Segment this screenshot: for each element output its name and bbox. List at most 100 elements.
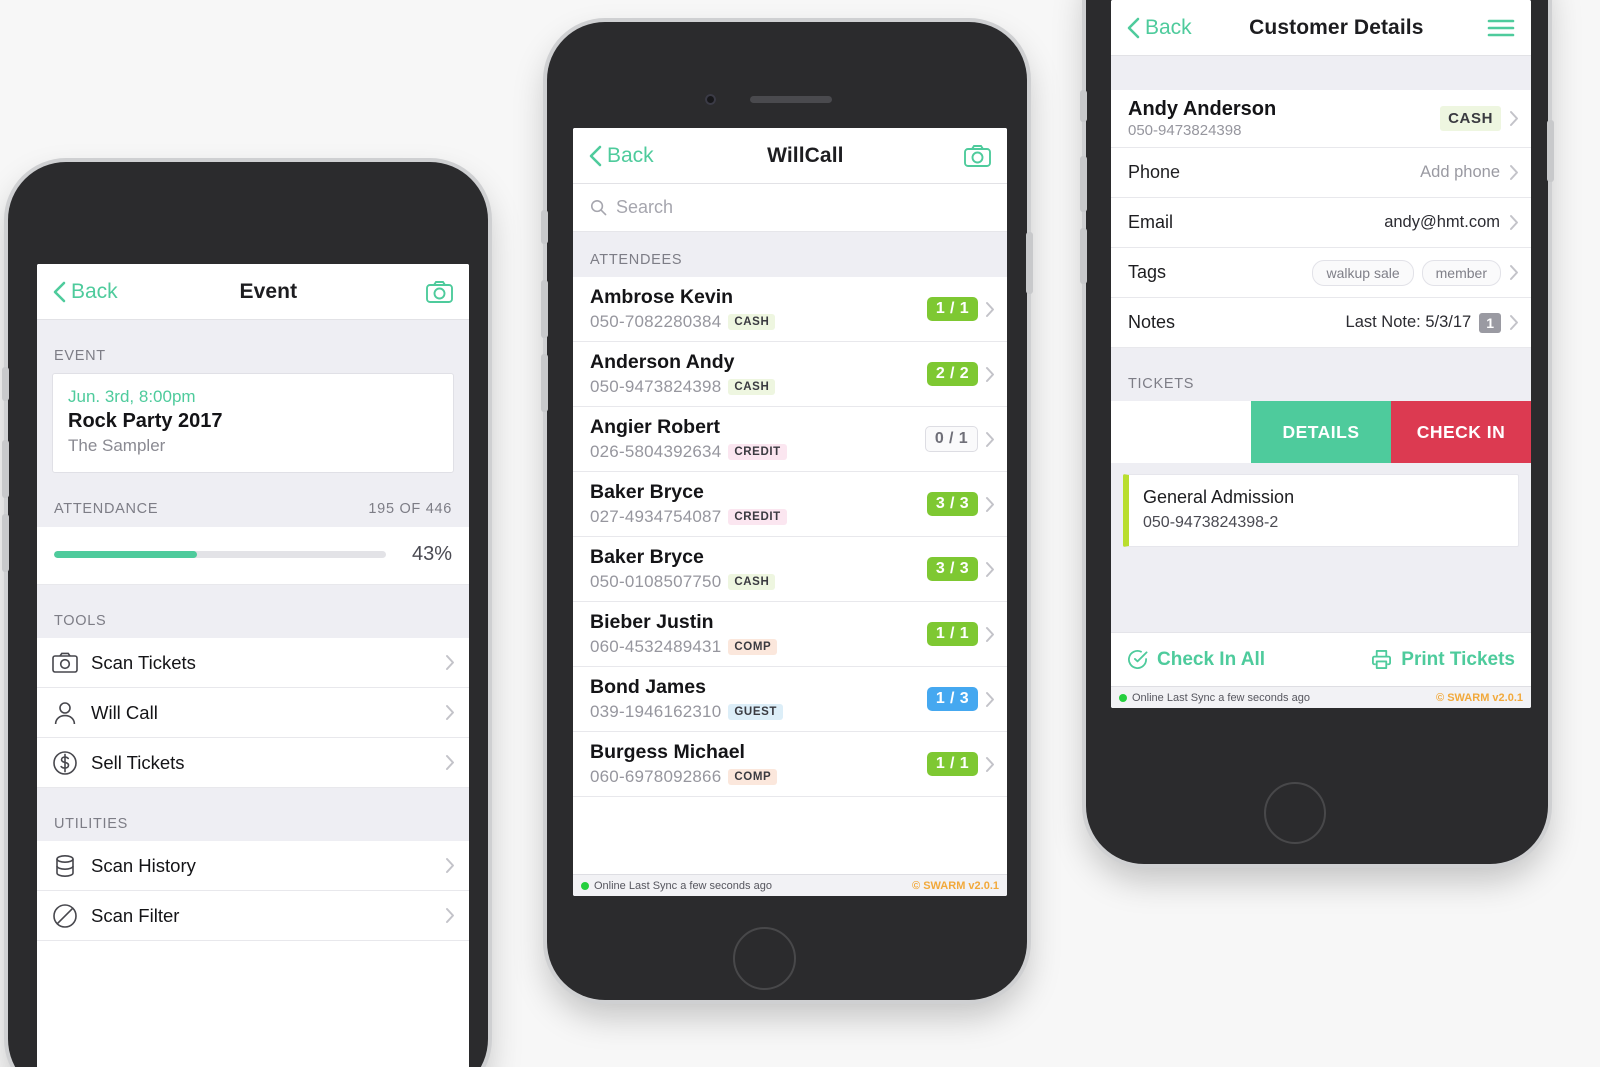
attendee-list: Ambrose Kevin 050-7082280384 CASH 1 / 1 Ande… xyxy=(573,277,1007,797)
database-icon xyxy=(56,854,74,877)
attendee-name: Baker Bryce xyxy=(590,481,704,503)
notes-row[interactable]: Notes Last Note: 5/3/17 1 xyxy=(1111,298,1531,348)
page-title: Event xyxy=(239,279,298,303)
checkin-count-badge: 3 / 3 xyxy=(926,557,978,581)
top-gap xyxy=(1111,56,1531,90)
attendee-info: Baker Bryce 050-0108507750 CASH xyxy=(590,546,776,592)
attendee-row[interactable]: Baker Bryce 050-0108507750 CASH 3 / 3 xyxy=(573,537,1007,602)
attendee-code: 027-4934754087 xyxy=(590,507,722,526)
back-button[interactable]: Back xyxy=(53,280,118,304)
tool-left: Will Call xyxy=(52,700,158,726)
event-name: Rock Party 2017 xyxy=(68,410,223,432)
utilities-list: Scan History Scan Filter xyxy=(37,841,469,941)
customer-field-row[interactable]: Phone Add phone xyxy=(1111,148,1531,198)
mute-switch[interactable] xyxy=(541,210,548,244)
event-navbar: Back Event xyxy=(37,264,469,320)
attendee-row[interactable]: Angier Robert 026-5804392634 CREDIT 0 / 1 xyxy=(573,407,1007,472)
power-button[interactable] xyxy=(1026,232,1033,294)
customer-scroll-area[interactable]: Andy Anderson 050-9473824398 CASH Phone A… xyxy=(1111,56,1531,632)
ticket-card[interactable]: General Admission 050-9473824398-2 xyxy=(1123,474,1519,547)
camera-icon xyxy=(426,280,453,303)
attendee-row[interactable]: Anderson Andy 050-9473824398 CASH 2 / 2 xyxy=(573,342,1007,407)
chevron-right-icon xyxy=(1510,215,1518,230)
dollar-circle-icon xyxy=(53,750,77,775)
volume-up-button[interactable] xyxy=(2,440,9,498)
volume-up-button[interactable] xyxy=(1080,156,1087,212)
attendee-code: 050-7082280384 xyxy=(590,312,722,331)
tool-label: Sell Tickets xyxy=(91,751,185,773)
attendee-name: Baker Bryce xyxy=(590,546,704,568)
tool-row[interactable]: Scan Tickets xyxy=(37,638,469,688)
customer-field-row[interactable]: Email andy@hmt.com xyxy=(1111,198,1531,248)
attendee-row[interactable]: Burgess Michael 060-6978092866 COMP 1 / 1 xyxy=(573,732,1007,797)
payment-badge: CREDIT xyxy=(728,509,787,525)
tags-right: walkup sale member xyxy=(1312,259,1519,286)
camera-button[interactable] xyxy=(419,280,453,303)
earpiece-speaker xyxy=(750,96,832,103)
chevron-right-icon xyxy=(986,431,994,447)
attendee-name: Burgess Michael xyxy=(590,741,745,763)
back-button[interactable]: Back xyxy=(1127,16,1192,40)
attendee-row[interactable]: Baker Bryce 027-4934754087 CREDIT 3 / 3 xyxy=(573,472,1007,537)
mute-switch[interactable] xyxy=(1080,90,1087,122)
search-input[interactable]: Search xyxy=(616,197,673,218)
chevron-right-icon xyxy=(1510,315,1518,330)
event-scroll-area[interactable]: EVENT Jun. 3rd, 8:00pm Rock Party 2017 T… xyxy=(37,320,469,1067)
online-dot-icon xyxy=(581,881,589,890)
check-in-all-button[interactable]: Check In All xyxy=(1127,649,1265,671)
attendees-scroll-area[interactable]: ATTENDEES Ambrose Kevin 050-7082280384 CAS… xyxy=(573,232,1007,874)
check-in-button[interactable]: CHECK IN xyxy=(1391,401,1531,463)
attendee-info: Bond James 039-1946162310 GUEST xyxy=(590,676,783,722)
checkin-count-badge: 1 / 1 xyxy=(926,297,978,321)
front-camera-icon xyxy=(705,94,716,105)
phone-customer: Back Customer Details Andy Anderson 050-… xyxy=(1080,0,1554,864)
home-button[interactable] xyxy=(1264,782,1326,844)
search-bar[interactable]: Search xyxy=(573,184,1007,232)
tool-row[interactable]: Sell Tickets xyxy=(37,738,469,788)
field-value: Add phone xyxy=(1420,163,1500,181)
hamburger-icon xyxy=(1487,19,1515,36)
sync-status: Online Last Sync a few seconds ago xyxy=(581,880,772,892)
power-button[interactable] xyxy=(1547,120,1554,182)
attendee-name: Angier Robert xyxy=(590,416,721,438)
menu-button[interactable] xyxy=(1481,18,1515,38)
volume-down-button[interactable] xyxy=(2,514,9,572)
section-attendees-header: ATTENDEES xyxy=(573,232,1007,277)
attendee-row[interactable]: Ambrose Kevin 050-7082280384 CASH 1 / 1 xyxy=(573,277,1007,342)
willcall-navbar: Back WillCall xyxy=(573,128,1007,184)
attendee-info: Baker Bryce 027-4934754087 CREDIT xyxy=(590,481,787,527)
volume-up-button[interactable] xyxy=(541,280,548,338)
camera-button[interactable] xyxy=(957,144,991,167)
tool-left: Sell Tickets xyxy=(52,750,185,776)
attendee-name: Bond James xyxy=(590,676,706,698)
ticket-name: General Admission xyxy=(1143,487,1295,507)
home-button[interactable] xyxy=(733,927,796,990)
tool-row[interactable]: Will Call xyxy=(37,688,469,738)
customer-summary-right: CASH xyxy=(1440,106,1519,131)
print-tickets-button[interactable]: Print Tickets xyxy=(1371,649,1515,671)
notes-value: Last Note: 5/3/17 xyxy=(1345,313,1472,331)
volume-down-button[interactable] xyxy=(541,354,548,412)
attendee-row[interactable]: Bieber Justin 060-4532489431 COMP 1 / 1 xyxy=(573,602,1007,667)
details-button[interactable]: DETAILS xyxy=(1251,401,1391,463)
event-card[interactable]: Jun. 3rd, 8:00pm Rock Party 2017 The Sam… xyxy=(52,373,454,473)
volume-down-button[interactable] xyxy=(1080,228,1087,284)
chevron-right-icon xyxy=(986,301,994,317)
attendee-row[interactable]: Bond James 039-1946162310 GUEST 1 / 3 xyxy=(573,667,1007,732)
chevron-right-icon xyxy=(1510,165,1518,180)
tags-row[interactable]: Tags walkup sale member xyxy=(1111,248,1531,298)
attendee-code: 050-0108507750 xyxy=(590,572,722,591)
tool-row[interactable]: Scan History xyxy=(37,841,469,891)
customer-summary-row[interactable]: Andy Anderson 050-9473824398 CASH xyxy=(1111,90,1531,148)
back-button[interactable]: Back xyxy=(589,144,654,168)
sync-text: Online Last Sync a few seconds ago xyxy=(594,879,772,892)
mute-switch[interactable] xyxy=(2,367,9,401)
attendance-progress: 43% xyxy=(37,527,469,585)
attendee-sub: 060-4532489431 COMP xyxy=(590,637,778,657)
camera-icon xyxy=(964,144,991,167)
ticket-code: 050-9473824398-2 xyxy=(1143,514,1279,531)
tool-row[interactable]: Scan Filter xyxy=(37,891,469,941)
attendance-count: 195 OF 446 xyxy=(368,501,452,517)
attendee-sub: 050-9473824398 CASH xyxy=(590,377,776,397)
attendee-right: 1 / 1 xyxy=(926,622,995,646)
